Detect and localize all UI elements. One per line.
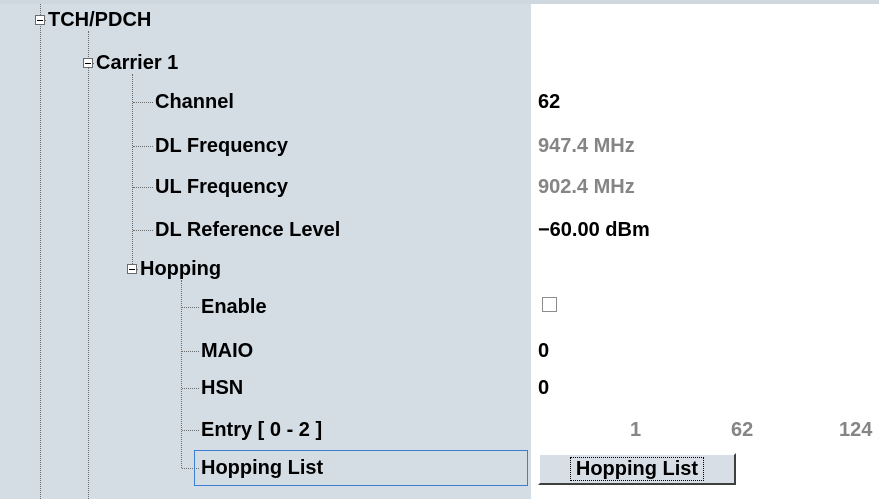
- tree-node-enable[interactable]: Enable: [201, 295, 267, 319]
- tree-node-hsn[interactable]: HSN: [201, 376, 243, 400]
- tree-node-channel[interactable]: Channel: [155, 90, 234, 114]
- value-pane: [531, 4, 879, 499]
- tree-node-ul-frequency[interactable]: UL Frequency: [155, 175, 288, 199]
- maio-value[interactable]: 0: [538, 339, 549, 363]
- tree-node-hopping[interactable]: Hopping: [140, 257, 221, 281]
- collapse-carrier-1-icon[interactable]: [83, 58, 93, 68]
- tree-node-hopping-list-selected[interactable]: Hopping List: [194, 450, 528, 486]
- tree-node-dl-reference-level[interactable]: DL Reference Level: [155, 218, 340, 242]
- ul-frequency-value: 902.4 MHz: [538, 176, 635, 198]
- dl-frequency-value: 947.4 MHz: [538, 135, 635, 157]
- entry-0-value[interactable]: 1: [630, 418, 641, 442]
- tree-node-entry[interactable]: Entry [ 0 - 2 ]: [201, 418, 322, 442]
- collapse-tch-pdch-icon[interactable]: [35, 15, 45, 25]
- tree-node-maio[interactable]: MAIO: [201, 339, 253, 363]
- tree-node-tch-pdch[interactable]: TCH/PDCH: [48, 8, 151, 32]
- entry-1-value[interactable]: 62: [731, 418, 753, 442]
- channel-value[interactable]: 62: [538, 90, 560, 114]
- entry-2-value[interactable]: 124: [839, 418, 872, 442]
- tree-node-hopping-list-label: Hopping List: [201, 457, 324, 479]
- tree-node-carrier-1[interactable]: Carrier 1: [96, 51, 178, 75]
- tree-node-dl-frequency[interactable]: DL Frequency: [155, 134, 288, 158]
- hopping-list-button-label: Hopping List: [569, 456, 705, 481]
- enable-checkbox[interactable]: [542, 297, 557, 312]
- hsn-value[interactable]: 0: [538, 376, 549, 400]
- hopping-list-button[interactable]: Hopping List: [538, 453, 736, 485]
- dl-reference-level-value[interactable]: −60.00 dBm: [538, 218, 650, 242]
- collapse-hopping-icon[interactable]: [127, 264, 137, 274]
